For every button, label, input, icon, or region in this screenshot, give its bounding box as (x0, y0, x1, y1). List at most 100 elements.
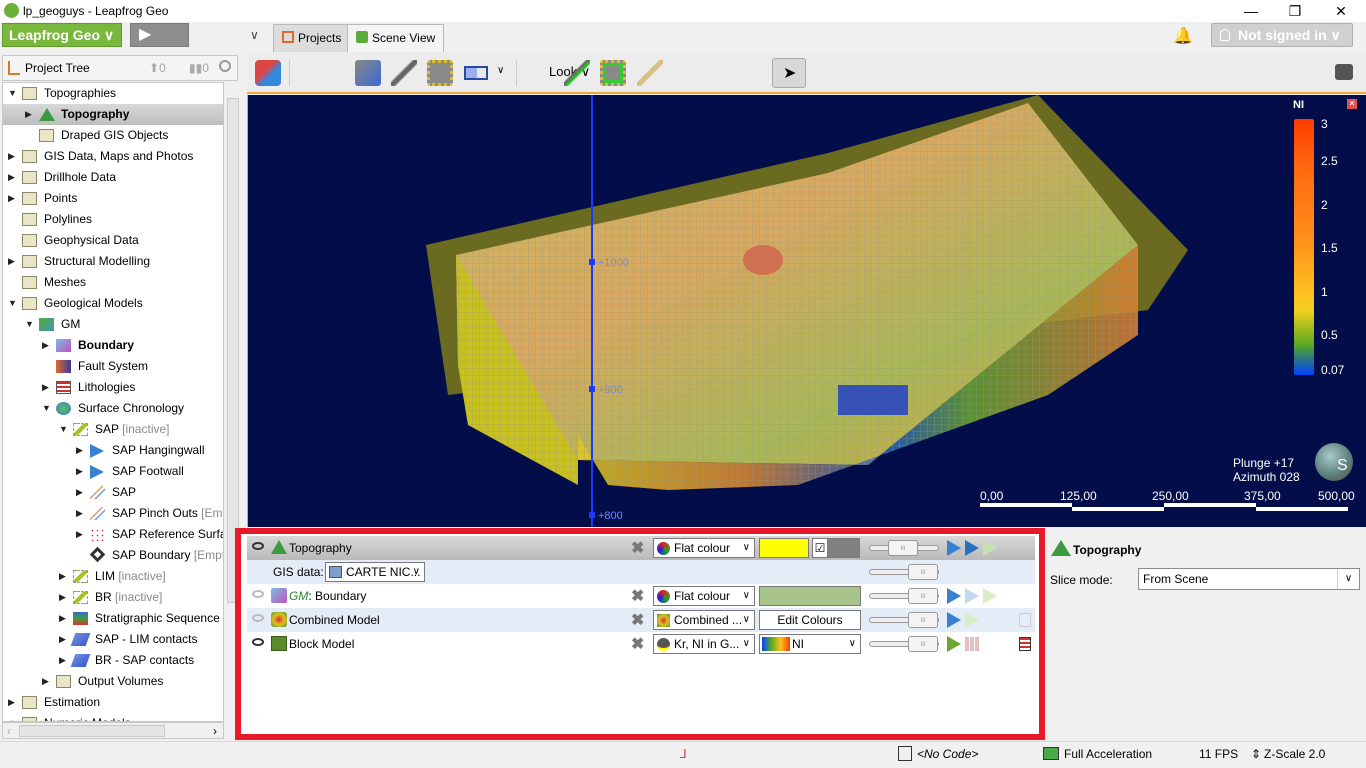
slider-knob[interactable]: ıı (908, 588, 938, 604)
render-mode-icon[interactable] (947, 636, 961, 652)
z-scale-status[interactable]: Z-Scale 2.0 (1264, 747, 1325, 761)
colormap-dropdown[interactable]: NI ∨ (759, 634, 861, 654)
tree-item[interactable]: ▶ GIS Data, Maps and Photos (3, 146, 223, 167)
display-style-dropdown[interactable]: Flat colour ∨ (653, 586, 755, 606)
expand-arrow-icon[interactable]: ▶ (42, 335, 54, 356)
tree-item[interactable]: ▶ BR - SAP contacts (3, 650, 223, 671)
acceleration-status[interactable]: Full Acceleration (1064, 747, 1152, 761)
tree-item[interactable]: ▶ Output Volumes (3, 671, 223, 692)
shape-row-block-model[interactable]: Block Model ✖ Kr, NI in G... ∨ NI ∨ ıı (247, 632, 1035, 656)
expand-arrow-icon[interactable]: ▶ (76, 482, 88, 503)
tree-item[interactable]: ▶ LIM [inactive] (3, 566, 223, 587)
run-button[interactable]: ▶ (130, 23, 189, 47)
tree-item[interactable]: ▼ GM (3, 314, 223, 335)
slider-knob[interactable]: ıı (888, 540, 918, 556)
split-view-chevron-icon[interactable]: ∨ (497, 65, 504, 76)
render-outline-icon[interactable] (983, 540, 997, 556)
expand-arrow-icon[interactable]: ▶ (8, 251, 20, 272)
tree-item[interactable]: Fault System (3, 356, 223, 377)
tree-item[interactable]: ▶ SAP Reference Surface (3, 524, 223, 545)
clear-scene-icon[interactable] (255, 60, 281, 86)
render-mode-icon[interactable] (947, 540, 961, 556)
restore-button[interactable]: ❐ (1272, 0, 1318, 22)
slider-knob[interactable]: ıı (908, 636, 938, 652)
remove-shape-icon[interactable]: ✖ (631, 610, 644, 630)
tree-item[interactable]: ▶ Topography (3, 104, 223, 125)
tree-item[interactable]: Geophysical Data (3, 230, 223, 251)
opacity-slider[interactable]: ıı (869, 588, 939, 604)
tree-item[interactable]: ▼ Surface Chronology (3, 398, 223, 419)
close-button[interactable]: ✕ (1318, 0, 1364, 22)
tree-item[interactable]: ▶ Estimation (3, 692, 223, 713)
visibility-eye-icon[interactable] (252, 590, 264, 598)
expand-arrow-icon[interactable]: ▶ (59, 566, 71, 587)
shape-row-boundary[interactable]: GM: Boundary ✖ Flat colour ∨ ıı (247, 584, 1035, 608)
no-code-status[interactable]: <No Code> (917, 747, 978, 761)
slice-mode-dropdown[interactable]: From Scene ∨ (1138, 568, 1360, 590)
render-wireframe-icon[interactable] (965, 588, 979, 604)
render-outline-icon[interactable] (965, 612, 979, 628)
tree-item[interactable]: ▶ Stratigraphic Sequence [inactive] (3, 608, 223, 629)
pause-icon[interactable]: ▮▮0 (189, 61, 209, 75)
search-icon[interactable] (219, 60, 231, 72)
tree-item[interactable]: ▼ Topographies (3, 83, 223, 104)
render-mode-icon[interactable] (947, 612, 961, 628)
secondary-colour-swatch[interactable]: ☑ (812, 538, 860, 558)
shape-row-combined-model[interactable]: Combined Model ✖ Combined ... ∨ Edit Colo… (247, 608, 1035, 632)
legend-list-icon[interactable] (1019, 613, 1031, 627)
minimize-button[interactable]: — (1228, 0, 1274, 22)
draw-polygon-icon[interactable] (600, 60, 626, 86)
collapse-arrow-icon[interactable]: ▼ (42, 398, 54, 419)
shape-row-topography[interactable]: Topography ✖ Flat colour ∨ ☑ ıı (247, 536, 1035, 560)
show-colour-checkbox[interactable]: ☑ (813, 539, 827, 557)
orientation-globe-icon[interactable]: S (1315, 443, 1353, 481)
visibility-eye-icon[interactable] (252, 638, 264, 646)
remove-shape-icon[interactable]: ✖ (631, 586, 644, 606)
move-slicer-icon[interactable] (355, 60, 381, 86)
tree-item[interactable]: ▼ SAP [inactive] (3, 419, 223, 440)
tree-item[interactable]: ▶ SAP Footwall (3, 461, 223, 482)
expand-arrow-icon[interactable]: ▶ (8, 146, 20, 167)
tree-item[interactable]: ▼ Numeric Models (3, 713, 223, 721)
tree-item[interactable]: ▶ SAP Hangingwall (3, 440, 223, 461)
tree-item[interactable]: ▶ Lithologies (3, 377, 223, 398)
expand-arrow-icon[interactable]: ▶ (8, 188, 20, 209)
gis-opacity-slider[interactable]: ıı (869, 564, 939, 580)
tree-item[interactable]: SAP Boundary [Empty] (3, 545, 223, 566)
expand-arrow-icon[interactable]: ▶ (25, 104, 37, 125)
tab-scene-view[interactable]: Scene View (347, 24, 445, 52)
camera-screenshot-icon[interactable] (1335, 64, 1353, 80)
slider-knob[interactable]: ıı (908, 564, 938, 580)
render-outline-icon[interactable] (983, 588, 997, 604)
colour-swatch[interactable] (759, 586, 861, 606)
collapse-arrow-icon[interactable]: ▼ (8, 83, 20, 104)
render-wireframe-icon[interactable] (965, 540, 979, 556)
opacity-slider[interactable]: ıı (869, 612, 939, 628)
scrollbar-thumb[interactable] (19, 725, 165, 737)
slice-knife-icon[interactable] (391, 60, 417, 86)
expand-arrow-icon[interactable]: ▶ (8, 167, 20, 188)
tree-horizontal-scrollbar[interactable]: ‹ › (2, 722, 224, 739)
display-style-dropdown[interactable]: Flat colour ∨ (653, 538, 755, 558)
tree-item[interactable]: ▶ Drillhole Data (3, 167, 223, 188)
display-style-dropdown[interactable]: Combined ... ∨ (653, 610, 755, 630)
tree-item[interactable]: ▼ Geological Models (3, 293, 223, 314)
tree-item[interactable]: Meshes (3, 272, 223, 293)
expand-arrow-icon[interactable]: ▶ (59, 629, 71, 650)
expand-arrow-icon[interactable]: ▶ (59, 587, 71, 608)
expand-arrow-icon[interactable]: ▶ (76, 440, 88, 461)
split-view-icon[interactable] (464, 66, 488, 80)
up-arrow-icon[interactable]: ⬆0 (149, 61, 166, 75)
opacity-slider[interactable]: ıı (869, 636, 939, 652)
remove-shape-icon[interactable]: ✖ (631, 634, 644, 654)
tree-item[interactable]: ▶ Points (3, 188, 223, 209)
tree-item[interactable]: Polylines (3, 209, 223, 230)
collapse-arrow-icon[interactable]: ▼ (8, 293, 20, 314)
visibility-eye-icon[interactable] (252, 614, 264, 622)
visibility-eye-icon[interactable] (252, 542, 264, 550)
select-tool-button[interactable]: ➤ (772, 58, 806, 88)
tree-item[interactable]: ▶ Boundary (3, 335, 223, 356)
scroll-right-icon[interactable]: › (213, 724, 217, 738)
display-style-dropdown[interactable]: Kr, NI in G... ∨ (653, 634, 755, 654)
draw-slice-knife-icon[interactable] (564, 60, 590, 86)
